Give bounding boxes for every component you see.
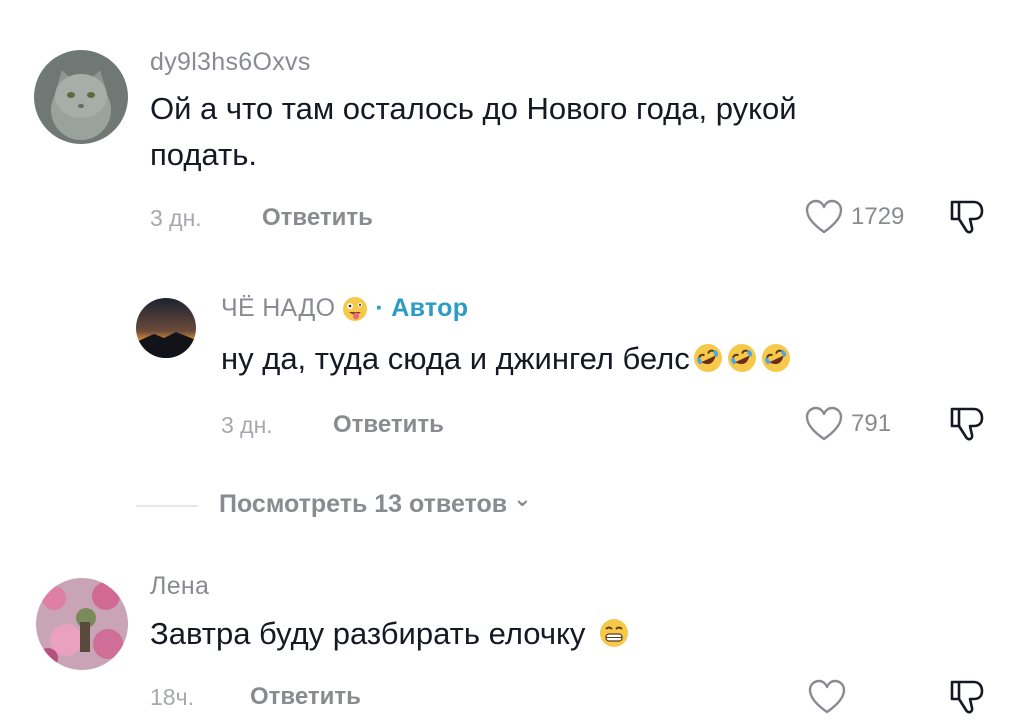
author-badge: · Автор xyxy=(375,294,469,322)
dislike-button[interactable] xyxy=(946,676,988,723)
dislike-button[interactable] xyxy=(946,403,988,450)
reply-button[interactable]: Ответить xyxy=(262,204,373,232)
comment-text: Ой а что там осталось до Нового года, ру… xyxy=(150,86,990,178)
comment-username[interactable]: ЧЁ НАДО xyxy=(221,294,335,323)
comment-text: ну да, туда сюда и джингел белс xyxy=(221,336,792,382)
chevron-down-icon: ⌄ xyxy=(513,485,532,511)
comment-username[interactable]: Лена xyxy=(150,572,209,601)
comment-text-line: Завтра буду разбирать елочку xyxy=(150,616,586,651)
zany-face-emoji xyxy=(343,296,368,321)
view-replies-button[interactable]: Посмотреть 13 ответов ⌄ xyxy=(219,486,532,519)
reply-button[interactable]: Ответить xyxy=(333,411,444,439)
rolling-on-floor-laughing-emoji xyxy=(693,344,722,372)
like-count: 1729 xyxy=(851,203,905,230)
comment-text-line: Ой а что там осталось до Нового года, ру… xyxy=(150,91,797,126)
rolling-on-floor-laughing-emoji xyxy=(727,344,756,372)
comment-time: 3 дн. xyxy=(150,205,202,231)
heart-outline-icon xyxy=(808,679,846,714)
avatar[interactable] xyxy=(136,298,196,358)
dislike-button[interactable] xyxy=(946,196,988,243)
avatar[interactable] xyxy=(34,50,128,144)
thumbs-down-outline-icon xyxy=(950,200,984,234)
comment-text-line: подать. xyxy=(150,137,257,172)
heart-outline-icon xyxy=(805,406,843,441)
view-replies-label: Посмотреть 13 ответов xyxy=(219,490,508,518)
rolling-on-floor-laughing-emoji xyxy=(761,344,790,372)
comment-username[interactable]: dy9l3hs6Oxvs xyxy=(150,48,311,77)
like-count: 791 xyxy=(851,410,892,437)
divider xyxy=(136,505,198,507)
comment-username-row: ЧЁ НАДО · Автор xyxy=(221,294,468,323)
comment-text: Завтра буду разбирать елочку xyxy=(150,611,630,657)
grinning-face-emoji xyxy=(600,619,629,647)
reply-button[interactable]: Ответить xyxy=(250,683,361,711)
like-button[interactable]: 1729 xyxy=(805,195,904,239)
heart-outline-icon xyxy=(805,199,843,234)
comment-time: 18ч. xyxy=(150,684,194,710)
avatar[interactable] xyxy=(36,578,128,670)
thumbs-down-outline-icon xyxy=(950,407,984,441)
like-button[interactable] xyxy=(808,676,854,718)
comment-text-line: ну да, туда сюда и джингел белс xyxy=(221,341,690,376)
thumbs-down-outline-icon xyxy=(950,680,984,714)
like-button[interactable]: 791 xyxy=(805,402,891,446)
comment-time: 3 дн. xyxy=(221,412,273,438)
